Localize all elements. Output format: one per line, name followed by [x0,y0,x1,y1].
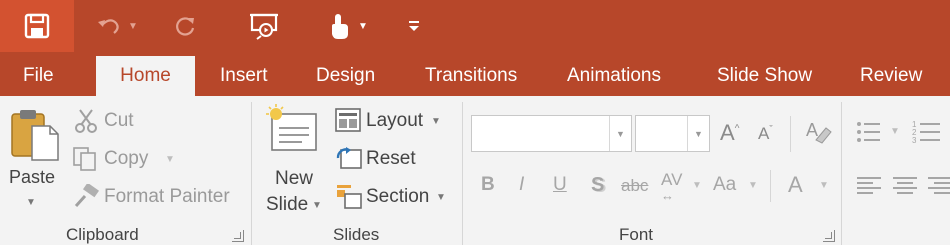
paste-dropdown-icon[interactable]: ▼ [26,197,36,208]
font-group-label: Font [619,225,654,244]
layout-button[interactable]: Layout [366,110,423,132]
bullets-dropdown-icon[interactable]: ▼ [890,126,900,137]
decrease-font-size-button[interactable]: Aˇ [758,124,773,144]
new-slide-dropdown-icon[interactable]: ▼ [312,200,322,211]
change-case-button[interactable]: Aa [713,174,736,196]
bold-button[interactable]: B [481,174,495,196]
grow-font-glyph: A [720,120,735,145]
strikethrough-button[interactable]: abc [621,176,648,196]
tab-file[interactable]: File [23,52,54,96]
font-size-input[interactable]: ▼ [635,115,710,152]
touch-mode-icon [332,14,349,39]
tab-review[interactable]: Review [860,52,922,96]
clear-formatting-icon: A [806,120,832,144]
new-slide-icon [266,104,317,151]
underline-button[interactable]: U [553,174,567,196]
save-button[interactable] [0,0,74,52]
new-slide-label-line2[interactable]: Slide [266,194,308,216]
spacing-glyph: AV [661,170,683,189]
save-icon [24,13,50,39]
numbering-icon: 1 2 3 [912,120,940,145]
section-button[interactable]: Section [366,186,429,208]
customize-toolbar-button[interactable] [402,0,426,52]
font-color-button[interactable]: A [788,172,803,198]
ribbon-tabs: File Home Insert Design Transitions Anim… [0,52,950,100]
ribbon-home-panel: Paste ▼ Cut Copy ▼ Format Painter Clipbo… [0,96,950,245]
font-name-input[interactable]: ▼ [471,115,632,152]
redo-icon [176,17,195,36]
group-divider [462,102,463,245]
align-right-icon [928,177,950,194]
new-slide-label-line1[interactable]: New [275,168,313,190]
reset-button[interactable]: Reset [366,148,416,170]
character-spacing-dropdown-icon[interactable]: ▼ [692,180,702,191]
format-painter-button[interactable]: Format Painter [104,186,230,208]
align-center-icon [893,177,917,194]
format-painter-icon [74,184,100,208]
group-divider [251,102,252,245]
copy-button[interactable]: Copy [104,148,148,170]
font-launcher-icon[interactable] [823,230,835,242]
cut-button[interactable]: Cut [104,110,134,132]
font-size-dropdown-icon[interactable]: ▼ [687,116,709,151]
paste-label[interactable]: Paste [9,167,55,188]
clipboard-launcher-icon[interactable] [232,230,244,242]
change-case-dropdown-icon[interactable]: ▼ [748,180,758,191]
start-from-beginning-button[interactable] [244,0,284,52]
tab-insert[interactable]: Insert [220,52,268,96]
svg-text:3: 3 [912,136,917,145]
quick-access-toolbar: ▼ ▼ [0,0,950,52]
layout-icon [335,108,361,132]
copy-dropdown-icon[interactable]: ▼ [165,154,175,165]
svg-text:A: A [806,120,818,140]
tab-design[interactable]: Design [316,52,375,96]
paste-button[interactable] [10,108,62,167]
spacing-arrows-icon: ↔ [661,188,674,203]
italic-button[interactable]: I [519,174,524,196]
divider [770,170,771,202]
align-left-icon [857,177,881,194]
bullets-icon [857,122,880,142]
increase-font-size-button[interactable]: A^ [720,120,739,146]
touch-mode-button[interactable]: ▼ [322,0,374,52]
text-shadow-button[interactable]: S [591,174,604,197]
tab-slide-show[interactable]: Slide Show [717,52,812,96]
character-spacing-button[interactable]: AV ↔ [661,170,683,203]
clipboard-group-label: Clipboard [66,225,139,244]
reset-icon [336,147,362,169]
tab-transitions[interactable]: Transitions [425,52,517,96]
shrink-font-glyph: A [758,124,770,143]
paste-icon [11,110,59,161]
customize-icon [409,21,419,31]
font-name-dropdown-icon[interactable]: ▼ [609,116,631,151]
layout-dropdown-icon[interactable]: ▼ [431,116,441,127]
touch-mode-dropdown-icon[interactable]: ▼ [358,21,368,32]
tab-home[interactable]: Home [96,56,195,100]
tab-animations[interactable]: Animations [567,52,661,96]
undo-dropdown-icon[interactable]: ▼ [128,21,138,32]
group-divider [841,102,842,245]
presenter-icon [250,13,278,40]
undo-icon [98,19,119,34]
section-icon [337,185,362,209]
undo-button[interactable]: ▼ [92,0,142,52]
slides-group-label: Slides [333,225,380,244]
redo-button[interactable] [168,0,202,52]
section-dropdown-icon[interactable]: ▼ [436,192,446,203]
font-color-dropdown-icon[interactable]: ▼ [819,180,829,191]
cut-icon [75,109,97,133]
divider [790,116,791,152]
copy-icon [73,147,96,171]
